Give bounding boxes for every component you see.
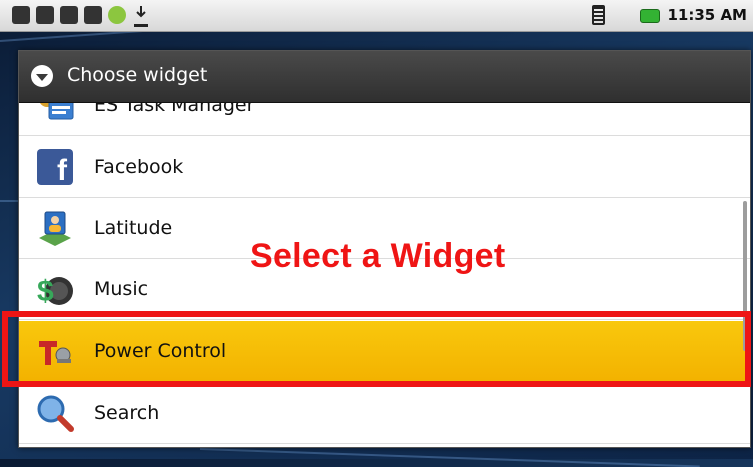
list-item-label: Facebook [94,156,184,178]
status-time: 11:35 AM [667,6,747,24]
svg-text:$: $ [37,275,54,308]
facebook-icon: f [35,147,75,187]
dialog-header: Choose widget [19,51,750,103]
list-item-facebook[interactable]: f Facebook [19,137,750,198]
music-icon: $ [35,269,75,309]
latitude-icon [35,208,75,248]
voicemail-icon [12,6,30,24]
dialog-title: Choose widget [67,64,208,86]
wallpaper-line [0,200,20,202]
battery-icon [640,9,660,23]
dialog-chevron-icon [31,65,53,87]
annotation-highlight-box [2,311,751,387]
usb-debug-icon [84,6,102,24]
list-item-search[interactable]: Search [19,383,750,444]
list-item-label: Latitude [94,217,173,239]
download-icon [134,6,148,27]
list-item-label: Search [94,402,160,424]
android-icon [108,6,126,24]
notification-icon [36,6,54,24]
status-bar: 11:35 AM [0,0,753,32]
list-item-label: ES Task Manager [94,103,255,116]
list-item-label: Music [94,278,149,300]
search-icon [35,393,75,433]
usb-icon [60,6,78,24]
wallpaper-line [199,448,700,467]
annotation-label: Select a Widget [250,237,506,275]
list-item-es-task-manager[interactable]: ES Task Manager [19,103,750,136]
task-manager-icon [35,103,75,125]
svg-text:f: f [57,154,68,187]
signal-icon [592,5,605,25]
